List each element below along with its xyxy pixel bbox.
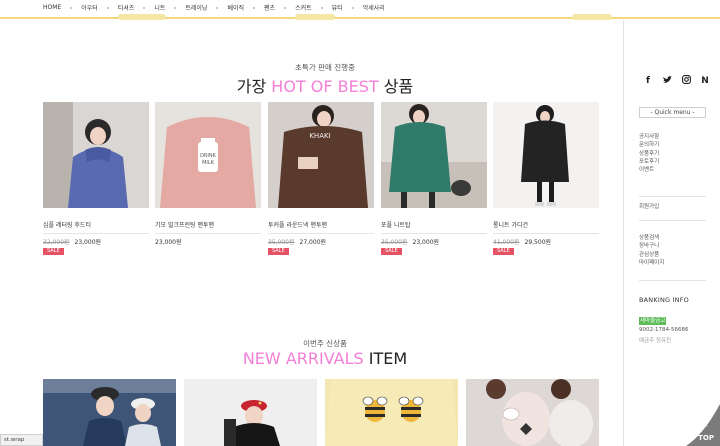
arrival-product-image[interactable]	[325, 379, 458, 446]
banking-info-title: BANKING INFO	[639, 296, 689, 304]
facebook-icon[interactable]: f	[643, 76, 653, 86]
nav-item-accessory[interactable]: 악세사리	[363, 3, 385, 12]
shopping-links: 상품검색 장바구니 관심상품 마이페이지	[639, 234, 664, 267]
svg-text:KHAKI: KHAKI	[309, 132, 330, 140]
notice-link[interactable]: 공지사항	[639, 133, 659, 141]
status-bar-url: st.wrap	[0, 434, 43, 446]
product-image[interactable]: KHAKI	[268, 102, 374, 208]
nav-item-basic[interactable]: 베이직	[227, 3, 244, 12]
product-name[interactable]: 롱니트 가디건	[493, 220, 528, 229]
price: 41,000원 29,500원	[493, 237, 551, 246]
twitter-icon[interactable]	[662, 75, 672, 87]
product-card[interactable]: 포플 니트탑 35,000원 23,000원 SALE	[381, 102, 487, 255]
cart-link[interactable]: 장바구니	[639, 242, 664, 250]
arrival-product-image[interactable]	[466, 379, 599, 446]
product-card[interactable]: 심플 레터링 후드티 32,000원 23,000원 SALE	[43, 102, 149, 255]
instagram-icon[interactable]	[681, 75, 691, 87]
product-image[interactable]: DRINK MILK	[155, 102, 261, 208]
signup-link[interactable]: 회원가입	[639, 203, 659, 211]
social-links: f N	[643, 75, 710, 87]
arrivals-title: NEW ARRIVALS ITEM	[242, 349, 408, 368]
sale-badge: SALE	[493, 248, 514, 255]
svg-text:DRINK: DRINK	[200, 153, 217, 159]
arrivals-subtitle: 이번주 신상품	[303, 339, 347, 348]
scroll-top-button[interactable]: ⌃ TOP	[686, 404, 720, 446]
original-price: 35,000원	[381, 239, 408, 246]
header-divider	[0, 14, 720, 20]
bank-holder: 예금주 정유진	[639, 338, 672, 344]
inquiry-link[interactable]: 문의하기	[639, 141, 659, 149]
mypage-link[interactable]: 마이페이지	[639, 259, 664, 267]
quick-menu-title: - Quick menu -	[639, 107, 706, 118]
right-sidebar: f N - Quick menu - 공지사항 문의하기 상품후기 포토후기 이…	[623, 20, 720, 446]
sale-price: 27,000원	[299, 239, 327, 246]
product-image[interactable]	[43, 102, 149, 208]
sale-price: 29,500원	[524, 239, 552, 246]
nav-item-beauty[interactable]: 뷰티	[332, 3, 343, 12]
product-card[interactable]: 롱니트 가디건 41,000원 29,500원 SALE	[493, 102, 599, 255]
sale-badge: SALE	[381, 248, 402, 255]
sale-price: 23,000원	[74, 239, 102, 246]
nav-item-tshirt[interactable]: 티셔츠	[118, 3, 135, 12]
nav-item-pants[interactable]: 팬츠	[264, 3, 275, 12]
nav-item-knit[interactable]: 니트	[154, 3, 165, 12]
review-link[interactable]: 상품후기	[639, 150, 659, 158]
product-card[interactable]: KHAKI 투커플 라운드넥 맨투맨 35,000원 27,000원 SALE	[268, 102, 374, 255]
nav-item-outer[interactable]: 아우터	[81, 3, 98, 12]
arrow-up-icon: ⌃	[703, 424, 709, 432]
product-image[interactable]	[493, 102, 599, 208]
product-name[interactable]: 심플 레터링 후드티	[43, 220, 91, 229]
event-link[interactable]: 이벤트	[639, 166, 659, 174]
nav-menu: HOME 아우터 티셔츠 니트 트레이닝 베이직 팬츠 스커트 뷰티 악세사리	[43, 3, 385, 12]
best-subtitle: 초특가 판매 진행중	[295, 63, 355, 72]
arrival-product-image[interactable]	[184, 379, 317, 446]
nav-item-training[interactable]: 트레이닝	[185, 3, 207, 12]
product-name[interactable]: 투커플 라운드넥 맨투맨	[268, 220, 327, 229]
member-links: 회원가입	[639, 203, 659, 211]
sale-price: 23,000원	[155, 239, 182, 246]
price: 35,000원 23,000원	[381, 237, 439, 246]
price: 32,000원 23,000원	[43, 237, 101, 246]
nav-item-skirt[interactable]: 스커트	[295, 3, 312, 12]
price: 35,000원 27,000원	[268, 237, 326, 246]
original-price: 41,000원	[493, 239, 520, 246]
product-search-link[interactable]: 상품검색	[639, 234, 664, 242]
original-price: 32,000원	[43, 239, 70, 246]
product-name[interactable]: 포플 니트탑	[381, 220, 411, 229]
product-image[interactable]	[381, 102, 487, 208]
product-name[interactable]: 기모 밀크프린팅 맨투맨	[155, 220, 214, 229]
naver-icon[interactable]: N	[700, 76, 710, 86]
bank-name: 새마을금고	[639, 317, 667, 325]
sale-price: 23,000원	[412, 239, 440, 246]
price: 23,000원	[155, 237, 182, 246]
arrival-product-image[interactable]	[43, 379, 176, 446]
sale-badge: SALE	[43, 248, 64, 255]
svg-text:MILK: MILK	[202, 160, 215, 166]
photo-review-link[interactable]: 포토후기	[639, 158, 659, 166]
product-card[interactable]: DRINK MILK 기모 밀크프린팅 맨투맨 23,000원	[155, 102, 261, 246]
top-label: TOP	[698, 434, 714, 442]
best-title: 가장 HOT OF BEST 상품	[236, 77, 414, 96]
wishlist-link[interactable]: 관심상품	[639, 251, 664, 259]
nav-item-home[interactable]: HOME	[43, 4, 61, 11]
bank-account: 9002-1784-56686	[639, 327, 689, 333]
community-links: 공지사항 문의하기 상품후기 포토후기 이벤트	[639, 133, 659, 174]
sale-badge: SALE	[268, 248, 289, 255]
original-price: 35,000원	[268, 239, 295, 246]
